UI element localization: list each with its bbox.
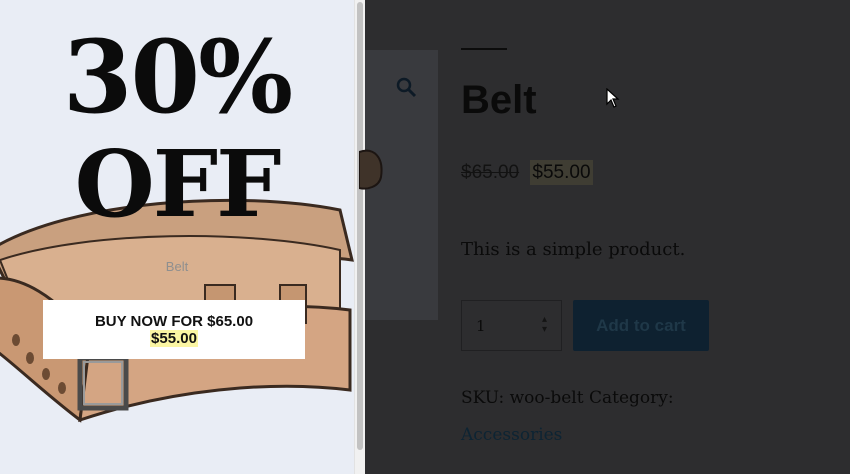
arrow-cursor-icon [606, 88, 620, 108]
discount-headline-off: OFF [74, 130, 282, 238]
product-description: This is a simple product. [461, 239, 686, 260]
buy-now-label: BUY NOW FOR $65.00 [94, 312, 254, 330]
title-divider [461, 48, 507, 50]
magnifier-icon[interactable] [395, 76, 417, 98]
gallery-thumbnail [359, 149, 383, 190]
buy-now-button[interactable]: BUY NOW FOR $65.00 $55.00 [43, 300, 305, 359]
category-link[interactable]: Accessories [461, 425, 562, 445]
quantity-value[interactable]: 1 [476, 317, 486, 335]
popup-scroll-thumb[interactable] [357, 2, 363, 450]
buy-now-sale-price: $55.00 [150, 329, 198, 347]
image-caption: Belt [165, 259, 189, 274]
product-gallery[interactable] [359, 50, 438, 320]
promo-popup: 30% OFF Belt BUY NOW FOR $65.00 $55.00 [0, 0, 354, 474]
quantity-stepper[interactable]: 1 ▴ ▾ [461, 300, 562, 351]
product-page: Belt $65.00 $55.00 This is a simple prod… [359, 0, 850, 474]
add-to-cart-button[interactable]: Add to cart [573, 300, 709, 351]
popup-scrollbar[interactable] [354, 0, 365, 474]
product-price: $65.00 $55.00 [461, 160, 593, 185]
regular-price: $65.00 [461, 162, 520, 183]
discount-headline: 30% [62, 18, 293, 136]
spinner-arrows-icon[interactable]: ▴ ▾ [542, 315, 547, 335]
screen: 30% OFF Belt BUY NOW FOR $65.00 $55.00 B… [0, 0, 850, 474]
product-meta: SKU: woo-belt Category: [461, 388, 674, 408]
sale-price: $55.00 [530, 160, 593, 185]
product-title: Belt [461, 78, 537, 122]
